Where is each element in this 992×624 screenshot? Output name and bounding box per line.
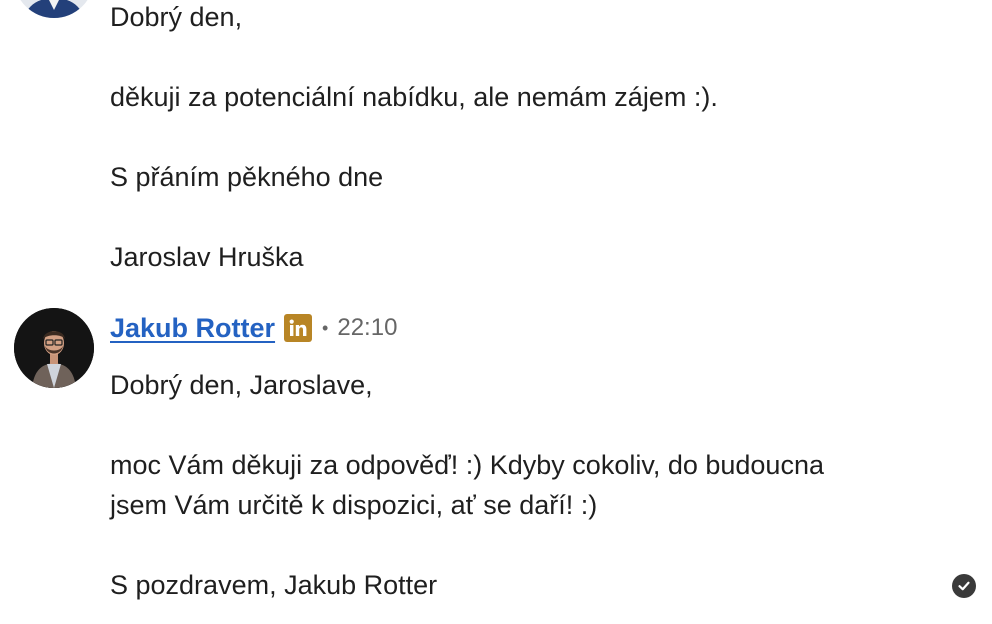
message-greeting: Dobrý den, bbox=[110, 2, 243, 32]
profile-photo-icon bbox=[14, 308, 94, 388]
separator-dot: • bbox=[322, 317, 329, 338]
profile-photo-icon bbox=[14, 0, 94, 18]
message-signature: Jaroslav Hruška bbox=[110, 242, 304, 272]
message-timestamp: 22:10 bbox=[337, 314, 398, 341]
read-checkmark-icon bbox=[952, 574, 976, 598]
avatar[interactable] bbox=[14, 0, 94, 18]
message-body-line: jsem Vám určitě k dispozici, ať se daří!… bbox=[110, 490, 598, 520]
message-closing: S přáním pěkného dne bbox=[110, 162, 384, 192]
message-body: děkuji za potenciální nabídku, ale nemám… bbox=[110, 82, 718, 112]
message-body-line: moc Vám děkuji za odpověď! :) Kdyby coko… bbox=[110, 450, 824, 480]
linkedin-icon bbox=[284, 314, 313, 342]
message-header: Jakub Rotter • 22:10 bbox=[110, 308, 397, 348]
message-signoff: S pozdravem, Jakub Rotter bbox=[110, 570, 438, 600]
avatar[interactable] bbox=[14, 308, 94, 388]
sender-name-link[interactable]: Jakub Rotter bbox=[110, 313, 275, 344]
message-greeting: Dobrý den, Jaroslave, bbox=[110, 370, 373, 400]
